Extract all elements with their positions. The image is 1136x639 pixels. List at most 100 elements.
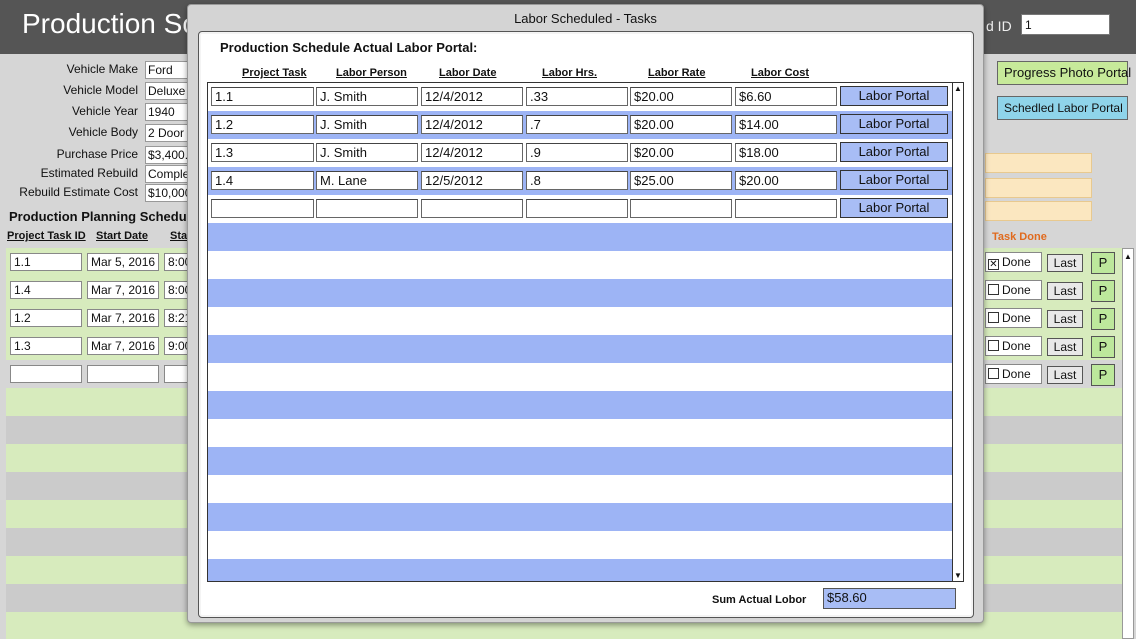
labor-portal-button[interactable]: Labor Portal — [840, 86, 948, 106]
last-button[interactable]: Last — [1047, 310, 1083, 328]
scheduled-labor-portal-button[interactable]: Schedled Labor Portal — [997, 96, 1128, 120]
labor-rate-field[interactable]: $20.00 — [630, 143, 732, 162]
labor-portal-button[interactable]: Labor Portal — [840, 114, 948, 134]
labor-hours-field[interactable]: .9 — [526, 143, 628, 162]
vehicle-field-label: Vehicle Body — [68, 125, 138, 139]
labor-date-field[interactable] — [421, 199, 523, 218]
planning-scrollbar[interactable]: ▲ — [1122, 248, 1134, 639]
done-label: Done — [1002, 339, 1031, 353]
labor-rate-field[interactable]: $20.00 — [630, 87, 732, 106]
labor-hours-field[interactable]: .7 — [526, 115, 628, 134]
column-header-labor-cost: Labor Cost — [751, 67, 810, 79]
p-button[interactable]: P — [1091, 336, 1115, 358]
scroll-up-icon[interactable]: ▲ — [954, 84, 962, 93]
planning-start-date-field[interactable] — [87, 365, 159, 383]
labor-date-field[interactable]: 12/4/2012 — [421, 87, 523, 106]
task-done-checkbox[interactable]: ✕ Done — [985, 252, 1042, 272]
done-label: Done — [1002, 255, 1031, 269]
labor-portal-button[interactable]: Labor Portal — [840, 170, 948, 190]
planning-task-id-field[interactable]: 1.2 — [10, 309, 82, 327]
planning-task-id-field[interactable]: 1.1 — [10, 253, 82, 271]
labor-task-field[interactable]: 1.3 — [211, 143, 314, 162]
labor-person-field[interactable]: J. Smith — [316, 87, 418, 106]
labor-rate-field[interactable]: $25.00 — [630, 171, 732, 190]
labor-date-field[interactable]: 12/5/2012 — [421, 171, 523, 190]
labor-task-field[interactable]: 1.1 — [211, 87, 314, 106]
vehicle-field-label: Rebuild Estimate Cost — [19, 185, 138, 199]
task-done-checkbox[interactable]: Done — [985, 336, 1042, 356]
labor-scheduled-dialog: Labor Scheduled - Tasks Production Sched… — [187, 4, 984, 623]
labor-person-field[interactable]: J. Smith — [316, 143, 418, 162]
column-header-project-task: Project Task — [242, 67, 307, 79]
p-button[interactable]: P — [1091, 280, 1115, 302]
labor-portal-row — [208, 447, 952, 475]
rebuild-field-3[interactable] — [985, 201, 1092, 221]
planning-start-date-field[interactable]: Mar 7, 2016 — [87, 281, 159, 299]
labor-portal-row — [208, 475, 952, 503]
planning-schedule-title: Production Planning Schedu — [9, 209, 187, 224]
labor-cost-field[interactable]: $18.00 — [735, 143, 837, 162]
labor-rate-field[interactable]: $20.00 — [630, 115, 732, 134]
labor-cost-field[interactable] — [735, 199, 837, 218]
labor-portal-row: 1.2 J. Smith 12/4/2012.7 $20.00 $14.00 Labor … — [208, 111, 952, 139]
labor-portal-table: 1.1 J. Smith 12/4/2012.33 $20.00 $6.60 Labor … — [207, 82, 964, 582]
last-button[interactable]: Last — [1047, 338, 1083, 356]
labor-hours-field[interactable]: .8 — [526, 171, 628, 190]
rebuild-field-2[interactable] — [985, 178, 1092, 198]
unchecked-box-icon[interactable] — [988, 284, 999, 295]
scroll-up-icon[interactable]: ▲ — [1124, 252, 1132, 261]
labor-task-field[interactable]: 1.4 — [211, 171, 314, 190]
checked-box-icon[interactable]: ✕ — [988, 259, 999, 270]
unchecked-box-icon[interactable] — [988, 340, 999, 351]
labor-portal-row: 1.3 J. Smith 12/4/2012.9 $20.00 $18.00 Labor … — [208, 139, 952, 167]
planning-start-date-field[interactable]: Mar 5, 2016 — [87, 253, 159, 271]
labor-portal-button[interactable]: Labor Portal — [840, 198, 948, 218]
task-done-checkbox[interactable]: Done — [985, 364, 1042, 384]
labor-task-field[interactable]: 1.2 — [211, 115, 314, 134]
record-id-field[interactable]: 1 — [1021, 14, 1110, 35]
labor-cost-field[interactable]: $14.00 — [735, 115, 837, 134]
labor-portal-button[interactable]: Labor Portal — [840, 142, 948, 162]
labor-portal-row — [208, 559, 952, 581]
labor-hours-field[interactable] — [526, 199, 628, 218]
labor-portal-row — [208, 391, 952, 419]
portal-title: Production Schedule Actual Labor Portal: — [220, 40, 478, 55]
column-header-labor-hours: Labor Hrs. — [542, 67, 598, 79]
labor-rate-field[interactable] — [630, 199, 732, 218]
sum-actual-labor-label: Sum Actual Lobor — [712, 594, 807, 606]
labor-portal-row — [208, 503, 952, 531]
planning-task-id-field[interactable]: 1.3 — [10, 337, 82, 355]
labor-portal-row — [208, 223, 952, 251]
labor-person-field[interactable]: M. Lane — [316, 171, 418, 190]
labor-portal-row: Labor Portal — [208, 195, 952, 223]
p-button[interactable]: P — [1091, 308, 1115, 330]
labor-portal-scrollbar[interactable]: ▲ ▼ — [952, 83, 963, 581]
scroll-down-icon[interactable]: ▼ — [954, 571, 962, 580]
p-button[interactable]: P — [1091, 252, 1115, 274]
unchecked-box-icon[interactable] — [988, 312, 999, 323]
p-button[interactable]: P — [1091, 364, 1115, 386]
last-button[interactable]: Last — [1047, 366, 1083, 384]
planning-header-start-time: Sta — [170, 230, 188, 242]
labor-hours-field[interactable]: .33 — [526, 87, 628, 106]
last-button[interactable]: Last — [1047, 282, 1083, 300]
planning-start-date-field[interactable]: Mar 7, 2016 — [87, 337, 159, 355]
rebuild-field-1[interactable] — [985, 153, 1092, 173]
task-done-checkbox[interactable]: Done — [985, 308, 1042, 328]
planning-task-id-field[interactable] — [10, 365, 82, 383]
dialog-content: Production Schedule Actual Labor Portal:… — [198, 31, 974, 618]
progress-photo-portal-button[interactable]: Progress Photo Portal — [997, 61, 1131, 85]
labor-person-field[interactable] — [316, 199, 418, 218]
last-button[interactable]: Last — [1047, 254, 1083, 272]
labor-person-field[interactable]: J. Smith — [316, 115, 418, 134]
labor-cost-field[interactable]: $6.60 — [735, 87, 837, 106]
task-done-checkbox[interactable]: Done — [985, 280, 1042, 300]
labor-portal-row — [208, 335, 952, 363]
labor-date-field[interactable]: 12/4/2012 — [421, 143, 523, 162]
labor-date-field[interactable]: 12/4/2012 — [421, 115, 523, 134]
planning-task-id-field[interactable]: 1.4 — [10, 281, 82, 299]
unchecked-box-icon[interactable] — [988, 368, 999, 379]
planning-start-date-field[interactable]: Mar 7, 2016 — [87, 309, 159, 327]
labor-cost-field[interactable]: $20.00 — [735, 171, 837, 190]
labor-task-field[interactable] — [211, 199, 314, 218]
